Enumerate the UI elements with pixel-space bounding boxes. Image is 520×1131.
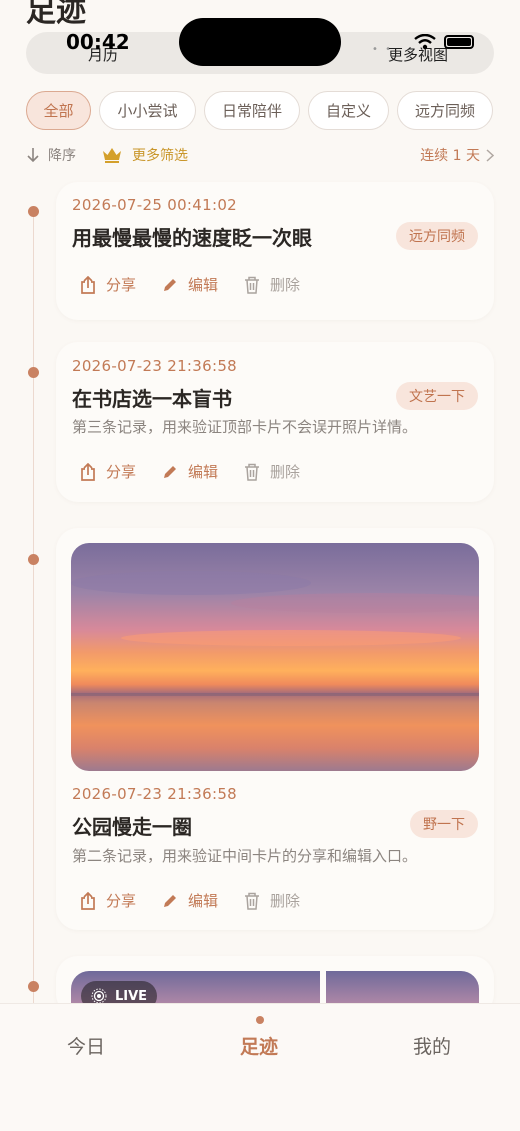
arrow-down-icon [27,148,39,163]
chip-custom[interactable]: 自定义 [308,91,389,130]
more-filter-button[interactable]: 更多筛选 [102,145,188,165]
share-button[interactable]: 分享 [80,461,136,482]
record-description: 第二条记录，用来验证中间卡片的分享和编辑入口。 [72,847,418,865]
share-label: 分享 [106,276,137,294]
share-button[interactable]: 分享 [80,274,136,295]
dynamic-island [179,18,341,66]
record-date: 2026-07-23 21:36:58 [72,357,238,375]
share-button[interactable]: 分享 [80,890,136,911]
trash-icon [245,276,260,294]
delete-button[interactable]: 删除 [244,890,300,911]
sort-label: 降序 [48,148,76,164]
category-chips: 全部 小小尝试 日常陪伴 自定义 远方同频 [26,91,493,130]
share-icon [81,275,95,294]
delete-label: 删除 [270,276,301,294]
edit-button[interactable]: 编辑 [162,274,218,295]
timeline-dot [28,367,39,378]
live-label: LIVE [115,988,148,1004]
chip-small-try[interactable]: 小小尝试 [99,91,196,130]
record-title: 用最慢最慢的速度眨一次眼 [72,226,312,250]
pencil-icon [164,894,177,907]
record-actions: 分享 编辑 删除 [80,890,300,911]
status-time: 00:42 [66,30,130,54]
timeline-dot [28,981,39,992]
record-card[interactable]: 2026-07-23 21:36:58 在书店选一本盲书 文艺一下 第三条记录，… [56,342,494,502]
delete-label: 删除 [270,463,301,481]
sunset-photo [71,543,479,771]
chip-daily[interactable]: 日常陪伴 [204,91,300,130]
streak-label: 连续 1 天 [420,148,480,164]
edit-label: 编辑 [188,463,219,481]
record-actions: 分享 编辑 删除 [80,461,300,482]
status-icons [414,34,474,50]
record-description: 第三条记录，用来验证顶部卡片不会误开照片详情。 [72,418,418,436]
pencil-icon [164,465,177,478]
record-date: 2026-07-25 00:41:02 [72,196,238,214]
edit-label: 编辑 [188,892,219,910]
tab-today[interactable]: 今日 [67,1032,105,1059]
tab-bar: 今日 足迹 我的 [0,1003,520,1131]
share-label: 分享 [106,892,137,910]
edit-button[interactable]: 编辑 [162,461,218,482]
record-date: 2026-07-23 21:36:58 [72,785,238,803]
trash-icon [245,463,260,481]
streak-link[interactable]: 连续 1 天 [420,145,494,165]
chip-far[interactable]: 远方同频 [397,91,493,130]
pencil-icon [164,278,177,291]
timeline-dot [28,554,39,565]
chip-all[interactable]: 全部 [26,91,91,130]
record-actions: 分享 编辑 删除 [80,274,300,295]
battery-icon [444,35,474,49]
trash-icon [245,892,260,910]
edit-label: 编辑 [188,276,219,294]
tab-footprint[interactable]: 足迹 [240,1032,278,1059]
more-filter-label: 更多筛选 [132,148,188,164]
record-title: 在书店选一本盲书 [72,387,232,411]
chevron-right-icon [486,148,494,162]
active-tab-indicator [256,1016,264,1024]
sort-button[interactable]: 降序 [26,145,76,165]
share-icon [81,462,95,481]
delete-button[interactable]: 删除 [244,461,300,482]
share-label: 分享 [106,463,137,481]
page-title: 足迹 [26,0,86,29]
record-card[interactable]: 2026-07-23 21:36:58 公园慢走一圈 野一下 第二条记录，用来验… [56,528,494,930]
edit-button[interactable]: 编辑 [162,890,218,911]
share-icon [81,891,95,910]
delete-label: 删除 [270,892,301,910]
record-tag: 文艺一下 [396,382,478,410]
tab-mine[interactable]: 我的 [413,1032,451,1059]
timeline-dot [28,206,39,217]
record-photo[interactable] [71,543,479,771]
crown-icon [103,148,121,163]
timeline-line [33,212,34,1012]
live-photo-icon [91,988,107,1004]
record-tag: 野一下 [410,810,478,838]
wifi-icon [414,34,436,50]
record-tag: 远方同频 [396,222,478,250]
record-title: 公园慢走一圈 [72,815,192,839]
delete-button[interactable]: 删除 [244,274,300,295]
filter-row: 降序 更多筛选 连续 1 天 [26,145,494,167]
record-card[interactable]: 2026-07-25 00:41:02 用最慢最慢的速度眨一次眼 远方同频 分享… [56,182,494,320]
